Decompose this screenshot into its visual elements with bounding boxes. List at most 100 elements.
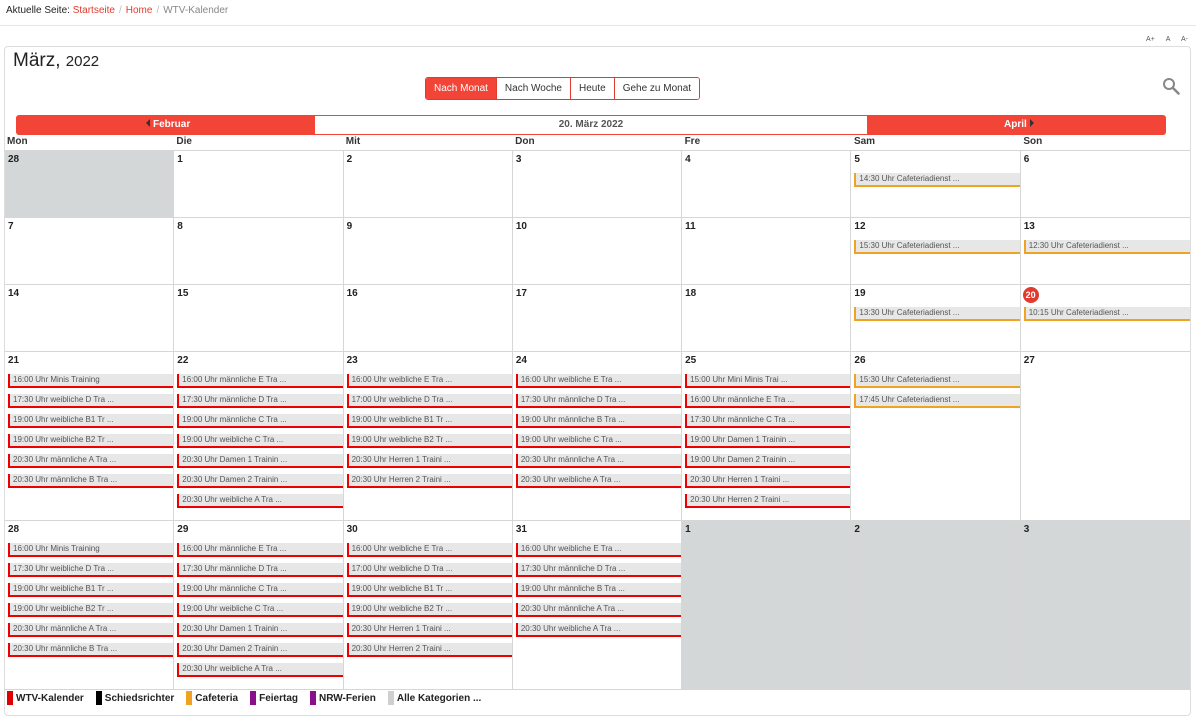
calendar-event[interactable]: 12:30 Uhr Cafeteriadienst ... bbox=[1023, 240, 1190, 254]
calendar-event[interactable]: 19:00 Uhr weibliche C Tra ... bbox=[515, 434, 682, 448]
calendar-day[interactable]: 2 bbox=[851, 521, 1021, 689]
calendar-day[interactable]: 2 bbox=[344, 151, 513, 217]
calendar-event[interactable]: 16:00 Uhr männliche E Tra ... bbox=[177, 543, 343, 557]
calendar-event[interactable]: 16:00 Uhr Minis Training bbox=[8, 543, 174, 557]
calendar-event[interactable]: 15:00 Uhr Mini Minis Trai ... bbox=[685, 374, 851, 388]
legend-item[interactable]: Cafeteria bbox=[186, 691, 238, 705]
calendar-event[interactable]: 16:00 Uhr weibliche E Tra ... bbox=[515, 543, 682, 557]
calendar-day[interactable]: 1 bbox=[174, 151, 344, 217]
calendar-event[interactable]: 19:00 Uhr weibliche B2 Tr ... bbox=[8, 603, 174, 617]
calendar-day[interactable]: 30 16:00 Uhr weibliche E Tra ... 17:00 Uhr… bbox=[344, 521, 513, 689]
calendar-event[interactable]: 19:00 Uhr weibliche B1 Tr ... bbox=[346, 414, 512, 428]
calendar-day[interactable]: 29 16:00 Uhr männliche E Tra ... 17:30 Uhr… bbox=[174, 521, 344, 689]
calendar-event[interactable]: 19:00 Uhr männliche B Tra ... bbox=[515, 414, 682, 428]
calendar-day[interactable]: 10 bbox=[513, 218, 683, 284]
calendar-event[interactable]: 20:30 Uhr männliche B Tra ... bbox=[8, 474, 174, 488]
calendar-event[interactable]: 16:00 Uhr Minis Training bbox=[8, 374, 174, 388]
calendar-day[interactable]: 9 bbox=[344, 218, 513, 284]
calendar-day[interactable]: 6 bbox=[1021, 151, 1190, 217]
legend-item[interactable]: WTV-Kalender bbox=[7, 691, 84, 705]
calendar-event[interactable]: 20:30 Uhr weibliche A Tra ... bbox=[515, 623, 682, 637]
calendar-event[interactable]: 20:30 Uhr Herren 2 Traini ... bbox=[346, 474, 512, 488]
calendar-event[interactable]: 20:30 Uhr Damen 2 Trainin ... bbox=[177, 643, 343, 657]
legend-item[interactable]: Feiertag bbox=[250, 691, 298, 705]
calendar-day[interactable]: 5 14:30 Uhr Cafeteriadienst ... bbox=[851, 151, 1021, 217]
calendar-day[interactable]: 21 16:00 Uhr Minis Training 17:30 Uhr weib… bbox=[5, 352, 175, 520]
calendar-event[interactable]: 20:30 Uhr weibliche A Tra ... bbox=[515, 474, 682, 488]
calendar-day[interactable]: 16 bbox=[344, 285, 513, 351]
breadcrumb-link-home[interactable]: Home bbox=[126, 5, 153, 16]
calendar-day[interactable]: 28 16:00 Uhr Minis Training 17:30 Uhr weib… bbox=[5, 521, 175, 689]
calendar-event[interactable]: 19:00 Uhr männliche B Tra ... bbox=[515, 583, 682, 597]
calendar-event[interactable]: 20:30 Uhr weibliche A Tra ... bbox=[177, 494, 343, 508]
calendar-day[interactable]: 19 13:30 Uhr Cafeteriadienst ... bbox=[851, 285, 1021, 351]
legend-item[interactable]: NRW-Ferien bbox=[310, 691, 376, 705]
view-week-button[interactable]: Nach Woche bbox=[495, 78, 570, 99]
calendar-day[interactable]: 24 16:00 Uhr weibliche E Tra ... 17:30 Uhr… bbox=[513, 352, 683, 520]
calendar-event[interactable]: 19:00 Uhr weibliche B1 Tr ... bbox=[346, 583, 512, 597]
calendar-event[interactable]: 17:00 Uhr weibliche D Tra ... bbox=[346, 394, 512, 408]
calendar-event[interactable]: 20:30 Uhr männliche A Tra ... bbox=[515, 603, 682, 617]
calendar-day[interactable]: 13 12:30 Uhr Cafeteriadienst ... bbox=[1021, 218, 1190, 284]
calendar-day[interactable]: 7 bbox=[5, 218, 175, 284]
legend-item[interactable]: Alle Kategorien ... bbox=[387, 691, 481, 705]
calendar-event[interactable]: 17:30 Uhr männliche D Tra ... bbox=[177, 394, 343, 408]
calendar-day[interactable]: 17 bbox=[513, 285, 683, 351]
calendar-event[interactable]: 20:30 Uhr Damen 1 Trainin ... bbox=[177, 623, 343, 637]
calendar-event[interactable]: 16:00 Uhr weibliche E Tra ... bbox=[515, 374, 682, 388]
calendar-event[interactable]: 20:30 Uhr männliche A Tra ... bbox=[515, 454, 682, 468]
calendar-event[interactable]: 19:00 Uhr Damen 2 Trainin ... bbox=[685, 454, 851, 468]
calendar-event[interactable]: 19:00 Uhr Damen 1 Trainin ... bbox=[685, 434, 851, 448]
calendar-event[interactable]: 19:00 Uhr weibliche B2 Tr ... bbox=[346, 434, 512, 448]
calendar-event[interactable]: 16:00 Uhr männliche E Tra ... bbox=[685, 394, 851, 408]
calendar-event[interactable]: 20:30 Uhr Herren 1 Traini ... bbox=[346, 623, 512, 637]
calendar-event[interactable]: 19:00 Uhr weibliche B2 Tr ... bbox=[8, 434, 174, 448]
calendar-day[interactable]: 3 bbox=[513, 151, 683, 217]
next-month-button[interactable]: April bbox=[1004, 115, 1034, 135]
calendar-event[interactable]: 17:30 Uhr männliche C Tra ... bbox=[685, 414, 851, 428]
font-increase-button[interactable]: A+ bbox=[1146, 36, 1155, 43]
calendar-event[interactable]: 13:30 Uhr Cafeteriadienst ... bbox=[854, 307, 1020, 321]
calendar-event[interactable]: 15:30 Uhr Cafeteriadienst ... bbox=[854, 374, 1020, 388]
legend-item[interactable]: Schiedsrichter bbox=[95, 691, 174, 705]
calendar-event[interactable]: 16:00 Uhr männliche E Tra ... bbox=[177, 374, 343, 388]
calendar-event[interactable]: 19:00 Uhr männliche C Tra ... bbox=[177, 414, 343, 428]
calendar-event[interactable]: 17:30 Uhr männliche D Tra ... bbox=[515, 563, 682, 577]
calendar-event[interactable]: 19:00 Uhr weibliche B1 Tr ... bbox=[8, 583, 174, 597]
calendar-day[interactable]: 15 bbox=[174, 285, 344, 351]
calendar-event[interactable]: 19:00 Uhr weibliche C Tra ... bbox=[177, 603, 343, 617]
calendar-day[interactable]: 25 15:00 Uhr Mini Minis Trai ... 16:00 Uhr… bbox=[682, 352, 852, 520]
calendar-event[interactable]: 20:30 Uhr Damen 1 Trainin ... bbox=[177, 454, 343, 468]
calendar-day[interactable]: 31 16:00 Uhr weibliche E Tra ... 17:30 Uhr… bbox=[513, 521, 683, 689]
calendar-day[interactable]: 11 bbox=[682, 218, 852, 284]
calendar-day[interactable]: 1 bbox=[682, 521, 852, 689]
calendar-event[interactable]: 14:30 Uhr Cafeteriadienst ... bbox=[854, 173, 1020, 187]
font-decrease-button[interactable]: A- bbox=[1181, 36, 1188, 43]
calendar-day[interactable]: 28 bbox=[5, 151, 175, 217]
font-reset-button[interactable]: A bbox=[1166, 36, 1170, 43]
calendar-event[interactable]: 16:00 Uhr weibliche E Tra ... bbox=[346, 374, 512, 388]
calendar-event[interactable]: 19:00 Uhr weibliche B1 Tr ... bbox=[8, 414, 174, 428]
today-button[interactable]: Heute bbox=[570, 78, 614, 99]
calendar-event[interactable]: 20:30 Uhr weibliche A Tra ... bbox=[177, 663, 343, 677]
calendar-day[interactable]: 26 15:30 Uhr Cafeteriadienst ... 17:45 Uhr… bbox=[851, 352, 1021, 520]
calendar-day[interactable]: 27 bbox=[1021, 352, 1190, 520]
calendar-event[interactable]: 20:30 Uhr Herren 1 Traini ... bbox=[346, 454, 512, 468]
breadcrumb-link-startseite[interactable]: Startseite bbox=[73, 5, 115, 16]
calendar-event[interactable]: 20:30 Uhr Herren 2 Traini ... bbox=[685, 494, 851, 508]
calendar-event[interactable]: 19:00 Uhr weibliche B2 Tr ... bbox=[346, 603, 512, 617]
calendar-event[interactable]: 20:30 Uhr männliche B Tra ... bbox=[8, 643, 174, 657]
calendar-event[interactable]: 17:30 Uhr weibliche D Tra ... bbox=[8, 563, 174, 577]
calendar-day[interactable]: 18 bbox=[682, 285, 852, 351]
calendar-event[interactable]: 17:45 Uhr Cafeteriadienst ... bbox=[854, 394, 1020, 408]
calendar-event[interactable]: 20:30 Uhr Herren 2 Traini ... bbox=[346, 643, 512, 657]
calendar-event[interactable]: 10:15 Uhr Cafeteriadienst ... bbox=[1023, 307, 1190, 321]
search-icon[interactable] bbox=[1162, 77, 1180, 95]
calendar-event[interactable]: 20:30 Uhr Damen 2 Trainin ... bbox=[177, 474, 343, 488]
calendar-day[interactable]: 23 16:00 Uhr weibliche E Tra ... 17:00 Uhr… bbox=[344, 352, 513, 520]
calendar-day[interactable]: 3 bbox=[1020, 521, 1190, 689]
calendar-event[interactable]: 19:00 Uhr männliche C Tra ... bbox=[177, 583, 343, 597]
calendar-event[interactable]: 17:30 Uhr männliche D Tra ... bbox=[177, 563, 343, 577]
calendar-event[interactable]: 20:30 Uhr Herren 1 Traini ... bbox=[685, 474, 851, 488]
calendar-day[interactable]: 12 15:30 Uhr Cafeteriadienst ... bbox=[851, 218, 1021, 284]
